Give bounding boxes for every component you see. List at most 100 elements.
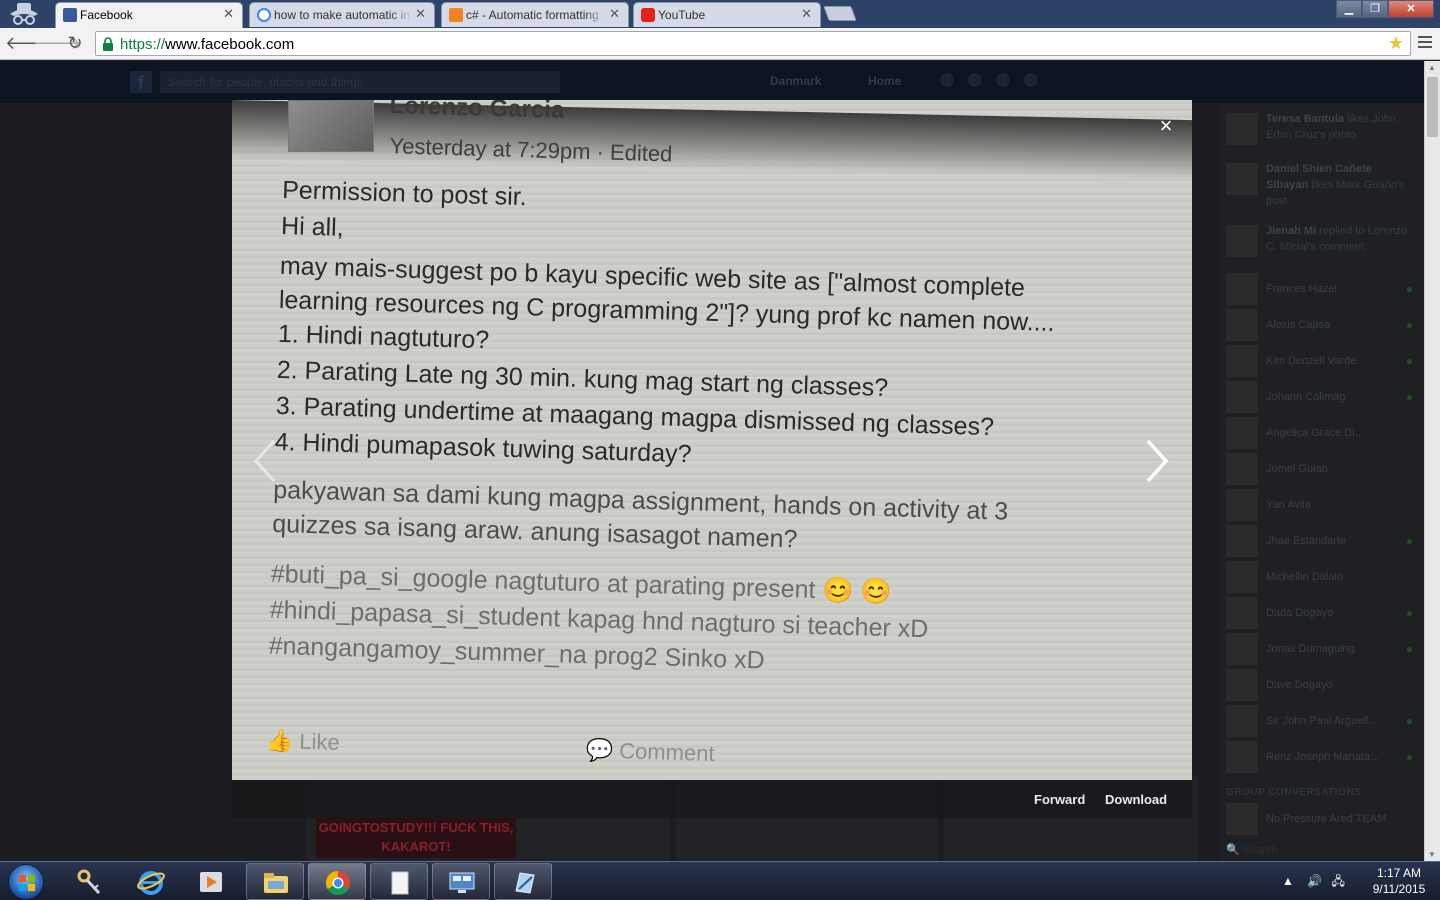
- taskbar-keys-app[interactable]: [60, 863, 118, 900]
- facebook-logo-icon[interactable]: f: [130, 71, 152, 93]
- online-dot: [1407, 647, 1412, 652]
- online-dot: [1407, 539, 1412, 544]
- scroll-up-arrow-icon[interactable]: ▲: [1428, 63, 1436, 72]
- avatar: [1226, 705, 1258, 737]
- online-dot: [1407, 755, 1412, 760]
- chat-search-input[interactable]: 🔍 Search: [1226, 843, 1416, 861]
- network-icon[interactable]: 🖧: [1332, 874, 1345, 888]
- windows-logo-icon: [19, 875, 35, 891]
- bookmark-star-icon[interactable]: ★: [1388, 33, 1404, 54]
- clock-date: 9/11/2015: [1372, 882, 1426, 896]
- chat-contact[interactable]: Dada Dogayo: [1226, 597, 1416, 631]
- chat-contact[interactable]: Jonas Dumaguing: [1226, 633, 1416, 667]
- facebook-icon: [63, 8, 77, 22]
- avatar: [1226, 633, 1258, 665]
- group-conversation[interactable]: No Pressure Ared TEAM: [1226, 803, 1416, 837]
- taskbar-editor[interactable]: [494, 863, 552, 900]
- chat-contact[interactable]: Dave Dogayo: [1226, 669, 1416, 703]
- back-button[interactable]: 🡐: [5, 32, 53, 56]
- chat-contact[interactable]: Alexis Capsa: [1226, 309, 1416, 343]
- avatar: [1226, 113, 1258, 145]
- previous-photo-arrow-icon[interactable]: [250, 438, 280, 484]
- avatar: [1226, 669, 1258, 701]
- ticker-item[interactable]: Jienah Mi replied to Lorenzo C. Micial's…: [1226, 221, 1422, 267]
- group-conversations-heading: GROUP CONVERSATIONS: [1226, 787, 1362, 798]
- taskbar-notepad[interactable]: [370, 863, 428, 900]
- chat-contact[interactable]: Yan Avila: [1226, 489, 1416, 523]
- chat-contact[interactable]: Johann Calimag: [1226, 381, 1416, 415]
- tab-stackoverflow[interactable]: c# - Automatic formatting ✕: [441, 2, 629, 27]
- forward-link[interactable]: Forward: [1034, 792, 1085, 807]
- facebook-search-input[interactable]: Search for people, places and things: [160, 71, 560, 93]
- facebook-blue-bar: f Search for people, places and things D…: [0, 61, 1424, 103]
- browser-tab-strip: Facebook ✕ how to make automatic in ✕ c#…: [0, 0, 1440, 28]
- youtube-icon: [641, 8, 655, 22]
- ticker-item[interactable]: Daniel Shien Cañete Sibayan likes Mark G…: [1226, 159, 1422, 207]
- chat-contact[interactable]: Sir John Paul Arguell...: [1226, 705, 1416, 739]
- profile-link[interactable]: Danmark: [770, 74, 821, 88]
- tab-youtube[interactable]: YouTube ✕: [633, 2, 821, 27]
- taskbar-internet-explorer[interactable]: [122, 863, 180, 900]
- post-line: Hi all,: [280, 211, 345, 242]
- volume-icon[interactable]: 🔊: [1307, 874, 1322, 888]
- avatar: [1226, 345, 1258, 377]
- clock-time: 1:17 AM: [1376, 866, 1422, 880]
- tab-facebook[interactable]: Facebook ✕: [55, 2, 243, 28]
- tab-title: Facebook: [80, 8, 133, 22]
- address-bar[interactable]: https://www.facebook.com ★: [95, 31, 1411, 56]
- chat-contact[interactable]: Jomel Guiao: [1226, 453, 1416, 487]
- chrome-menu-icon[interactable]: [1418, 36, 1432, 50]
- scrollbar-thumb[interactable]: [1427, 77, 1438, 137]
- chat-contact[interactable]: Kim Denzell Varde: [1226, 345, 1416, 379]
- maximize-button[interactable]: ❐: [1362, 0, 1388, 18]
- avatar: [1226, 417, 1258, 449]
- new-tab-button[interactable]: [823, 6, 857, 21]
- avatar: [1226, 163, 1258, 195]
- avatar: [1226, 453, 1258, 485]
- download-link[interactable]: Download: [1105, 792, 1167, 807]
- pen-paper-icon: [515, 872, 535, 894]
- taskbar-file-explorer[interactable]: [246, 863, 304, 900]
- close-window-button[interactable]: ✕: [1388, 0, 1434, 18]
- internet-explorer-icon: [137, 871, 165, 895]
- taskbar-media-player[interactable]: [182, 863, 240, 900]
- close-icon[interactable]: ✕: [223, 7, 234, 21]
- tab-title: YouTube: [658, 8, 706, 22]
- chat-contact[interactable]: Angelica Grace Di...: [1226, 417, 1416, 451]
- close-icon[interactable]: ✕: [415, 7, 426, 21]
- chat-contact[interactable]: Michellin Dalalo: [1226, 561, 1416, 595]
- author-avatar: [288, 100, 374, 152]
- chat-contact[interactable]: Renz Joseph Manata...: [1226, 741, 1416, 775]
- reload-button[interactable]: ↻: [63, 32, 87, 56]
- next-photo-arrow-icon[interactable]: [1142, 438, 1172, 484]
- system-clock[interactable]: 1:17 AM 9/11/2015: [1366, 865, 1432, 897]
- monitor-icon: [449, 872, 475, 893]
- scroll-down-arrow-icon[interactable]: ▼: [1428, 850, 1436, 859]
- page-scrollbar[interactable]: ▲ ▼: [1424, 61, 1440, 861]
- windows-taskbar: ▲ 🔊 🖧 1:17 AM 9/11/2015: [0, 861, 1440, 900]
- tab-google-search[interactable]: how to make automatic in ✕: [249, 2, 435, 27]
- home-link[interactable]: Home: [868, 74, 901, 88]
- start-button[interactable]: [8, 864, 44, 900]
- incognito-icon: [10, 3, 38, 25]
- chat-contact[interactable]: Jhae Estandarte: [1226, 525, 1416, 559]
- chat-contact[interactable]: Frances Hazel: [1226, 273, 1416, 307]
- stackoverflow-icon: [449, 8, 463, 22]
- folder-icon: [264, 873, 288, 893]
- close-viewer-button[interactable]: ×: [1157, 115, 1175, 137]
- forward-button[interactable]: 🡒: [33, 32, 81, 56]
- show-hidden-icons-icon[interactable]: ▲: [1282, 874, 1294, 888]
- lock-icon: [103, 37, 113, 51]
- avatar: [1226, 561, 1258, 593]
- online-dot: [1407, 611, 1412, 616]
- taskbar-remote-desktop[interactable]: [432, 863, 490, 900]
- taskbar-chrome[interactable]: [308, 863, 366, 900]
- chrome-icon: [325, 871, 350, 896]
- close-icon[interactable]: ✕: [609, 7, 620, 21]
- avatar: [1226, 273, 1258, 305]
- ticker-item[interactable]: Teresa Bantula likes John Erbin Cruz's p…: [1226, 109, 1422, 155]
- close-icon[interactable]: ✕: [801, 7, 812, 21]
- minimize-button[interactable]: ▁: [1336, 0, 1362, 18]
- like-label: 👍 Like: [265, 727, 341, 755]
- jewel-icons[interactable]: [940, 73, 1090, 91]
